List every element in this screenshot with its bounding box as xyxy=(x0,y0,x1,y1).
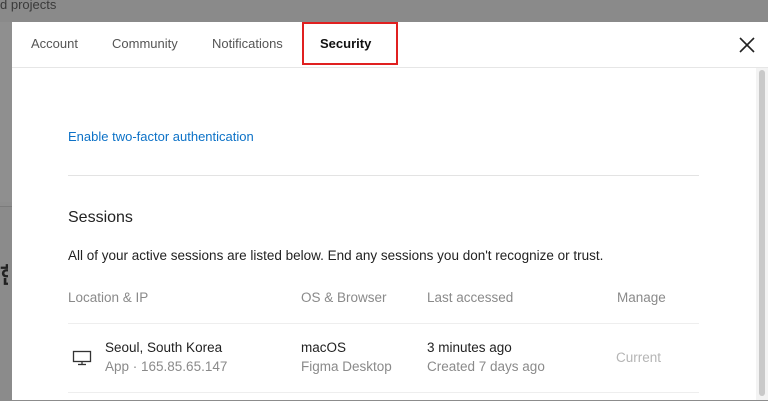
session-location: Seoul, South Korea xyxy=(105,340,223,355)
tab-account[interactable]: Account xyxy=(31,36,78,51)
session-ip: App · 165.85.65.147 xyxy=(105,359,228,374)
background-header: d projects xyxy=(0,0,768,22)
background-left-edge xyxy=(0,22,12,401)
session-os: macOS xyxy=(301,340,347,355)
column-header-location: Location & IP xyxy=(68,290,149,305)
monitor-icon xyxy=(72,350,92,366)
session-manage-status: Current xyxy=(616,350,662,365)
column-header-os-browser: OS & Browser xyxy=(301,290,387,305)
session-created: Created 7 days ago xyxy=(427,359,545,374)
settings-tabs: Account Community Notifications Security xyxy=(12,22,768,68)
scrollbar-thumb[interactable] xyxy=(759,70,765,396)
tab-notifications[interactable]: Notifications xyxy=(212,36,283,51)
background-glyph: 한 xyxy=(0,258,8,290)
column-header-manage: Manage xyxy=(617,290,666,305)
close-icon[interactable] xyxy=(737,35,757,55)
session-last-accessed: 3 minutes ago xyxy=(427,340,512,355)
table-header-divider xyxy=(68,323,699,324)
tab-community[interactable]: Community xyxy=(112,36,178,51)
background-title: d projects xyxy=(0,0,57,12)
security-tab-highlight-box xyxy=(302,22,398,65)
sessions-heading: Sessions xyxy=(68,209,133,226)
table-row-divider xyxy=(68,392,699,393)
sessions-description: All of your active sessions are listed b… xyxy=(68,248,604,263)
scrollbar[interactable] xyxy=(756,68,768,400)
session-browser: Figma Desktop xyxy=(301,359,392,374)
enable-two-factor-link[interactable]: Enable two-factor authentication xyxy=(68,129,254,144)
column-header-last-accessed: Last accessed xyxy=(427,290,514,305)
section-divider xyxy=(68,175,699,176)
settings-modal: Account Community Notifications Security… xyxy=(12,22,768,400)
